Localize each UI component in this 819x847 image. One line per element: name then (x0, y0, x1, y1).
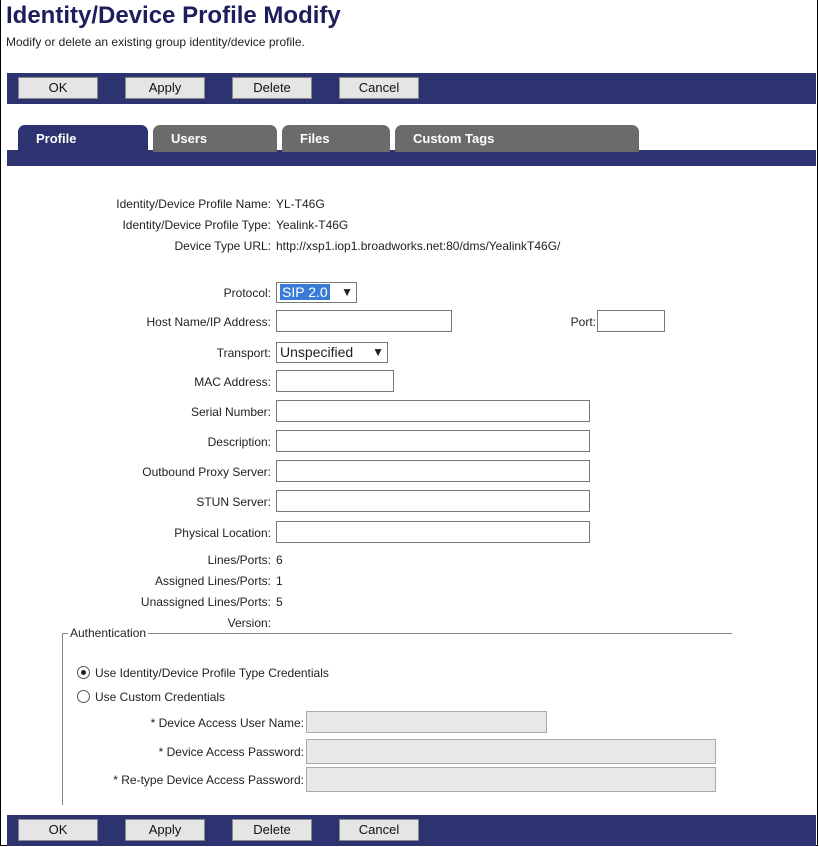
transport-select[interactable]: Unspecified ▼ (276, 342, 388, 363)
authentication-legend: Authentication (68, 626, 149, 640)
device-username-label: * Device Access User Name: (150, 716, 304, 730)
chevron-down-icon: ▼ (372, 345, 384, 359)
host-label: Host Name/IP Address: (146, 315, 272, 329)
serial-label: Serial Number: (190, 405, 271, 419)
profile-name-label: Identity/Device Profile Name: (116, 197, 271, 211)
cancel-button[interactable]: Cancel (339, 819, 419, 841)
device-password-label: * Device Access Password: (158, 745, 304, 759)
delete-button[interactable]: Delete (232, 77, 312, 99)
tab-custom-tags[interactable]: Custom Tags (395, 125, 639, 152)
transport-label: Transport: (216, 346, 271, 360)
ok-button[interactable]: OK (18, 77, 98, 99)
transport-selected-value: Unspecified (280, 344, 354, 360)
top-button-bar: OK Apply Delete Cancel (7, 73, 816, 104)
retype-password-label: * Re-type Device Access Password: (113, 773, 304, 787)
outbound-proxy-label: Outbound Proxy Server: (142, 465, 271, 479)
outbound-proxy-input[interactable] (276, 460, 590, 482)
radio-type-credentials-label: Use Identity/Device Profile Type Credent… (95, 666, 329, 680)
version-label: Version: (227, 616, 271, 630)
retype-password-input[interactable] (306, 767, 716, 792)
device-type-url-label: Device Type URL: (174, 239, 272, 253)
tab-files[interactable]: Files (282, 125, 390, 152)
profile-type-label: Identity/Device Profile Type: (122, 218, 271, 232)
protocol-label: Protocol: (223, 286, 271, 300)
assigned-label: Assigned Lines/Ports: (154, 574, 271, 588)
tab-profile[interactable]: Profile (18, 125, 148, 152)
host-input[interactable] (276, 310, 452, 332)
mac-label: MAC Address: (194, 375, 271, 389)
bottom-button-bar: OK Apply Delete Cancel (7, 815, 816, 846)
cancel-button[interactable]: Cancel (339, 77, 419, 99)
port-input[interactable] (597, 310, 665, 332)
device-username-input[interactable] (306, 711, 547, 733)
port-label: Port: (570, 315, 596, 329)
delete-button[interactable]: Delete (232, 819, 312, 841)
page-subtitle: Modify or delete an existing group ident… (6, 35, 305, 49)
lines-value: 6 (276, 553, 283, 567)
protocol-selected-value: SIP 2.0 (280, 284, 330, 300)
location-label: Physical Location: (174, 526, 271, 540)
unassigned-label: Unassigned Lines/Ports: (140, 595, 271, 609)
location-input[interactable] (276, 521, 590, 543)
apply-button[interactable]: Apply (125, 819, 205, 841)
tab-underline (7, 150, 816, 166)
radio-type-credentials[interactable] (77, 666, 90, 679)
mac-input[interactable] (276, 370, 394, 392)
lines-label: Lines/Ports: (207, 553, 271, 567)
radio-selected-dot (81, 670, 86, 675)
radio-custom-credentials[interactable] (77, 690, 90, 703)
assigned-value: 1 (276, 574, 283, 588)
page-title: Identity/Device Profile Modify (6, 2, 341, 29)
stun-label: STUN Server: (196, 495, 271, 509)
ok-button[interactable]: OK (18, 819, 98, 841)
serial-input[interactable] (276, 400, 590, 422)
apply-button[interactable]: Apply (125, 77, 205, 99)
stun-input[interactable] (276, 490, 590, 512)
protocol-select[interactable]: SIP 2.0 ▼ (276, 282, 357, 303)
device-type-url-value: http://xsp1.iop1.broadworks.net:80/dms/Y… (276, 239, 561, 253)
description-label: Description: (207, 435, 271, 449)
profile-type-value: Yealink-T46G (276, 218, 349, 232)
unassigned-value: 5 (276, 595, 283, 609)
profile-name-value: YL-T46G (276, 197, 325, 211)
radio-custom-credentials-label: Use Custom Credentials (95, 690, 226, 704)
device-password-input[interactable] (306, 739, 716, 764)
description-input[interactable] (276, 430, 590, 452)
chevron-down-icon: ▼ (341, 285, 353, 299)
tab-users[interactable]: Users (153, 125, 277, 152)
